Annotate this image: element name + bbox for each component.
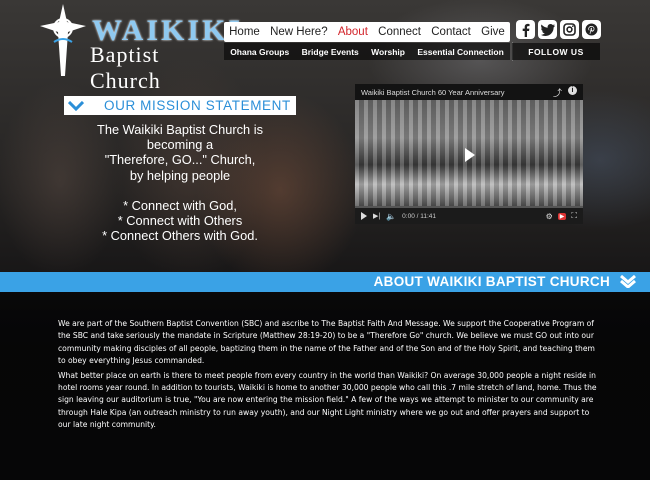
mission-statement-header[interactable]: OUR MISSION STATEMENT xyxy=(64,96,296,115)
about-paragraph: We are part of the Southern Baptist Conv… xyxy=(58,319,595,365)
twitter-icon[interactable] xyxy=(538,20,557,39)
mission-point: * Connect with Others xyxy=(117,213,243,229)
settings-icon[interactable]: ⚙ xyxy=(546,212,553,221)
about-title: ABOUT WAIKIKI BAPTIST CHURCH xyxy=(373,274,610,289)
main-nav: Home New Here? About Connect Contact Giv… xyxy=(224,22,510,42)
nav-item-new-here[interactable]: New Here? xyxy=(270,26,328,38)
mission-statement-text: The Waikiki Baptist Church is becoming a… xyxy=(64,122,296,243)
video-title-bar: Waikiki Baptist Church 60 Year Anniversa… xyxy=(355,84,583,100)
logo-subtitle: Baptist Church xyxy=(90,42,161,93)
social-links xyxy=(516,20,601,39)
about-body-text: We are part of the Southern Baptist Conv… xyxy=(58,318,600,434)
video-player[interactable]: Waikiki Baptist Church 60 Year Anniversa… xyxy=(355,84,583,224)
nav-item-home[interactable]: Home xyxy=(229,26,260,38)
volume-icon[interactable]: 🔈 xyxy=(386,212,396,221)
video-controls: ▶| 🔈 0:00 / 11:41 ⚙ ▶ ⛶ xyxy=(355,208,583,224)
subnav-item-bridge-events[interactable]: Bridge Events xyxy=(302,47,359,57)
video-title: Waikiki Baptist Church 60 Year Anniversa… xyxy=(361,87,505,97)
cross-logo-icon xyxy=(40,4,86,76)
mission-title: OUR MISSION STATEMENT xyxy=(104,98,291,113)
info-icon[interactable]: i xyxy=(568,85,577,95)
mission-line: The Waikiki Baptist Church is xyxy=(97,122,263,137)
nav-item-give[interactable]: Give xyxy=(481,26,505,38)
mission-line: by helping people xyxy=(129,167,231,183)
play-button-icon[interactable] xyxy=(361,212,367,220)
chevron-down-icon xyxy=(620,274,636,293)
subnav-item-essential-connection[interactable]: Essential Connection xyxy=(417,47,503,57)
sub-nav: Ohana Groups Bridge Events Worship Essen… xyxy=(224,43,510,60)
subnav-item-ohana-groups[interactable]: Ohana Groups xyxy=(230,47,289,57)
mission-line: becoming a xyxy=(146,137,214,153)
site-logo[interactable]: WAIKIKI Baptist Church xyxy=(34,2,240,93)
subnav-item-worship[interactable]: Worship xyxy=(371,47,405,57)
play-icon[interactable] xyxy=(465,148,475,162)
instagram-icon[interactable] xyxy=(560,20,579,39)
about-section-header[interactable]: ABOUT WAIKIKI BAPTIST CHURCH xyxy=(0,272,650,292)
nav-item-contact[interactable]: Contact xyxy=(431,26,471,38)
mission-point: * Connect Others with God. xyxy=(102,228,258,244)
next-icon[interactable]: ▶| xyxy=(373,212,380,220)
nav-item-connect[interactable]: Connect xyxy=(378,26,421,38)
mission-line: "Therefore, GO..." Church, xyxy=(104,152,256,168)
mission-point: * Connect with God, xyxy=(123,197,237,213)
facebook-icon[interactable] xyxy=(516,20,535,39)
follow-us-label: FOLLOW US xyxy=(512,43,600,60)
about-paragraph: What better place on earth is there to m… xyxy=(58,370,597,429)
youtube-icon[interactable]: ▶ xyxy=(557,212,567,220)
share-icon[interactable]: ⤴ xyxy=(553,86,562,99)
pinterest-icon[interactable] xyxy=(582,20,601,39)
fullscreen-icon[interactable]: ⛶ xyxy=(571,211,577,221)
video-time: 0:00 / 11:41 xyxy=(402,212,437,220)
chevron-down-icon xyxy=(64,100,88,111)
nav-item-about[interactable]: About xyxy=(338,26,368,38)
